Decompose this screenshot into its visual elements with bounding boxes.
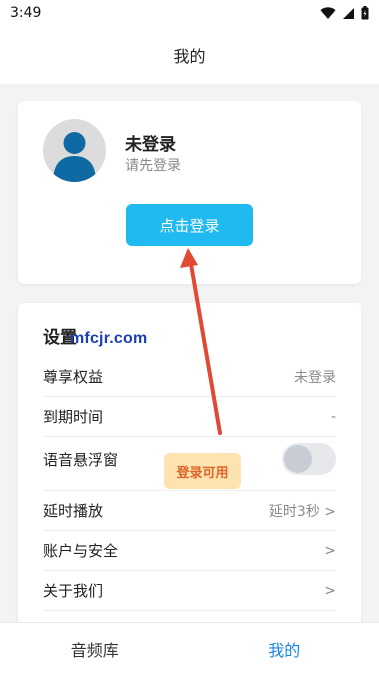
- row-account-security[interactable]: 账户与安全 >: [43, 531, 336, 571]
- toggle-knob: [284, 445, 312, 473]
- settings-card: 设置 mfcjr.com 尊享权益 未登录 到期时间 - 语音悬浮窗 延时播放 …: [18, 303, 361, 633]
- login-required-badge: 登录可用: [164, 453, 241, 489]
- row-delay-play[interactable]: 延时播放 延时3秒 >: [43, 491, 336, 531]
- row-value: 延时3秒 >: [268, 503, 336, 520]
- row-label: 尊享权益: [43, 368, 104, 386]
- profile-name: 未登录: [125, 135, 176, 155]
- chevron-right-icon: >: [324, 582, 336, 599]
- row-value: -: [330, 408, 336, 425]
- row-about-us[interactable]: 关于我们 >: [43, 571, 336, 611]
- row-label: 账户与安全: [43, 542, 119, 560]
- login-button[interactable]: 点击登录: [126, 204, 253, 246]
- user-avatar-icon[interactable]: [43, 119, 106, 182]
- chevron-right-icon: >: [324, 542, 336, 559]
- row-label: 延时播放: [43, 502, 104, 520]
- row-label: 语音悬浮窗: [43, 451, 119, 469]
- profile-card: 未登录 请先登录 点击登录: [18, 101, 361, 284]
- voice-float-toggle[interactable]: [282, 443, 336, 475]
- status-icons: [320, 6, 369, 20]
- row-privileges[interactable]: 尊享权益 未登录: [43, 357, 336, 397]
- page-title: 我的: [173, 47, 206, 66]
- status-time: 3:49: [10, 5, 42, 21]
- wifi-icon: [320, 6, 336, 20]
- tab-mine[interactable]: 我的: [190, 623, 379, 674]
- watermark: mfcjr.com: [70, 330, 148, 347]
- row-value: 未登录: [294, 369, 336, 386]
- signal-icon: [342, 7, 355, 20]
- row-label: 关于我们: [43, 582, 104, 600]
- battery-icon: [361, 6, 369, 20]
- row-label: 到期时间: [43, 408, 104, 426]
- profile-subtitle: 请先登录: [125, 158, 181, 174]
- row-expiry[interactable]: 到期时间 -: [43, 397, 336, 437]
- page-header: 我的: [0, 26, 379, 84]
- tab-audio-library[interactable]: 音频库: [0, 623, 190, 674]
- bottom-tab-bar: 音频库 我的: [0, 622, 379, 674]
- status-bar: 3:49: [0, 0, 379, 26]
